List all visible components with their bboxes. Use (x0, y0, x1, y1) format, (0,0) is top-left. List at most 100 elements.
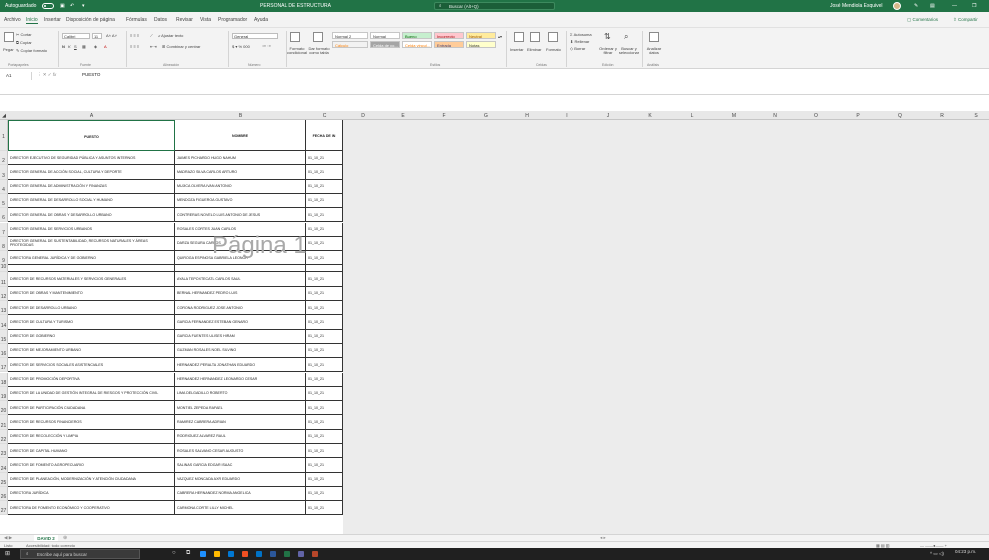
row-header[interactable]: 9 (0, 251, 8, 266)
row-header[interactable]: 21 (0, 415, 8, 430)
cut-button[interactable]: ✂ Cortar (16, 32, 32, 37)
table-cell[interactable]: 01_10_21 (306, 501, 343, 516)
style-entrada[interactable]: Entrada (434, 41, 464, 48)
table-cell[interactable]: 01_10_21 (306, 193, 343, 209)
style-celda-vinculada[interactable]: Celda vincul... (402, 41, 432, 48)
table-cell[interactable]: DIRECTOR GENERAL DE SUSTENTABILIDAD, REC… (8, 236, 175, 252)
font-name-select[interactable]: Calibri (62, 33, 90, 39)
pen-icon[interactable]: ✎ (914, 3, 918, 9)
file-name[interactable]: PERSONAL DE ESTRUCTURA (260, 3, 331, 9)
table-cell[interactable]: DIRECTOR GENERAL DE ADMINISTRACIÓN Y FIN… (8, 179, 175, 194)
table-cell[interactable]: MADRAZO SILVA CARLOS ARTURO (175, 165, 306, 180)
table-cell[interactable]: DIRECTOR DE PROMOCIÓN DEPORTIVA (8, 372, 175, 387)
table-cell[interactable]: DIRECTOR DE GOBIERNO (8, 329, 175, 344)
teams-icon[interactable] (298, 551, 304, 557)
autosave-toggle[interactable] (42, 3, 54, 9)
chrome-icon[interactable] (242, 551, 248, 557)
column-header[interactable]: H (507, 113, 547, 119)
italic-icon[interactable]: K (68, 44, 71, 49)
table-header-cell[interactable]: NOMBRE (175, 120, 306, 151)
column-header[interactable]: K (629, 113, 671, 119)
table-cell[interactable]: 01_10_21 (306, 286, 343, 301)
windows-start-icon[interactable]: ⊞ (5, 550, 10, 557)
row-header[interactable]: 8 (0, 236, 8, 252)
table-cell[interactable]: 01_10_21 (306, 179, 343, 194)
table-cell[interactable]: 01_10_21 (306, 458, 343, 473)
table-cell[interactable]: DIRECTORA JURÍDICA (8, 486, 175, 502)
column-header[interactable]: F (423, 113, 465, 119)
tab-disposicion[interactable]: Disposición de página (66, 17, 115, 23)
row-header[interactable]: 3 (0, 165, 8, 180)
table-cell[interactable]: 01_10_21 (306, 236, 343, 252)
table-cell[interactable]: RAMIREZ CABRERA ADRIAN (175, 415, 306, 430)
table-cell[interactable]: 01_10_21 (306, 386, 343, 402)
row-header[interactable]: 20 (0, 401, 8, 416)
row-header[interactable]: 27 (0, 501, 8, 516)
taskbar-search-input[interactable]: ⌕ Escribe aquí para buscar (20, 549, 140, 559)
fill-color-icon[interactable]: ◈ (94, 44, 97, 49)
cortana-icon[interactable]: ○ (172, 550, 176, 556)
align-left-icon[interactable]: ≡ ≡ ≡ (130, 44, 139, 49)
table-cell[interactable]: MENDOZA FIGUEROA GUSTAVO (175, 193, 306, 209)
column-header[interactable]: D (343, 113, 383, 119)
table-cell[interactable]: 01_10_21 (306, 486, 343, 502)
row-header[interactable]: 16 (0, 343, 8, 359)
table-cell[interactable]: GARCIA FERNANDEZ ESTEBAN GENARO (175, 315, 306, 330)
tab-inicio[interactable]: Inicio (26, 17, 38, 24)
fill-button[interactable]: ⬇ Rellenar (570, 39, 589, 44)
table-cell[interactable]: DIRECTOR DE PLANEACIÓN, MODERNIZACIÓN Y … (8, 472, 175, 487)
row-header[interactable]: 1 (0, 120, 8, 151)
table-cell[interactable]: 01_10_21 (306, 251, 343, 266)
wrap-text-button[interactable]: ⤶ Ajustar texto (158, 33, 183, 38)
table-cell[interactable]: DIRECTOR DE RECURSOS MATERIALES Y SERVIC… (8, 272, 175, 287)
tray-icons[interactable]: ^ ▭ ◁) (930, 551, 944, 557)
restore-icon[interactable]: ❐ (972, 3, 976, 9)
font-color-icon[interactable]: A (104, 44, 107, 49)
undo-icon[interactable]: ↶ (70, 3, 74, 9)
table-cell[interactable] (306, 265, 343, 273)
table-cell[interactable]: MUJICA OLVERA IVAN ANTONIO (175, 179, 306, 194)
table-cell[interactable]: DIRECTOR GENERAL DE SERVICIOS URBANOS (8, 222, 175, 237)
row-header[interactable]: 23 (0, 444, 8, 459)
table-cell[interactable]: CABRERA HERNANDEZ NORMA ANGELICA (175, 486, 306, 502)
tab-formulas[interactable]: Fórmulas (126, 17, 147, 23)
table-cell[interactable]: DIRECTOR GENERAL DE DESARROLLO SOCIAL Y … (8, 193, 175, 209)
table-cell[interactable]: 01_10_21 (306, 343, 343, 359)
avatar[interactable] (893, 2, 901, 10)
column-header[interactable]: P (837, 113, 879, 119)
bold-icon[interactable]: N (62, 44, 65, 49)
conditional-format-icon[interactable] (290, 32, 300, 42)
grow-font-icon[interactable]: A˄ A˅ (106, 33, 117, 38)
powerpoint-icon[interactable] (312, 551, 318, 557)
row-header[interactable]: 15 (0, 329, 8, 344)
style-notas[interactable]: Notas (466, 41, 496, 48)
taskbar-clock[interactable]: 04:23 p.m. (955, 549, 976, 554)
paste-icon[interactable] (4, 32, 14, 42)
borders-icon[interactable]: ▦ (82, 44, 86, 49)
column-header[interactable]: I (547, 113, 587, 119)
analyze-data-button[interactable]: Analizar datos (645, 47, 663, 55)
row-header[interactable]: 22 (0, 429, 8, 444)
conditional-format-button[interactable]: Formato condicional (286, 47, 308, 55)
ribbon-display-icon[interactable]: ▤ (930, 3, 935, 9)
tab-insertar[interactable]: Insertar (44, 17, 61, 23)
table-cell[interactable]: DIRECTOR DE FOMENTO AGROPECUARIO (8, 458, 175, 473)
row-header[interactable]: 10 (0, 265, 8, 273)
tab-vista[interactable]: Vista (200, 17, 211, 23)
user-name[interactable]: José Mendiola Esquivel (830, 3, 883, 9)
underline-icon[interactable]: S (74, 44, 77, 49)
align-top-icon[interactable]: ≡ ≡ ≡ (130, 33, 139, 38)
word-icon[interactable] (270, 551, 276, 557)
row-header[interactable]: 14 (0, 315, 8, 330)
table-cell[interactable]: DIRECTOR DE CAPITAL HUMANO (8, 444, 175, 459)
column-header[interactable]: C (306, 113, 343, 119)
column-header[interactable]: O (795, 113, 837, 119)
table-cell[interactable]: 01_10_21 (306, 222, 343, 237)
style-normal2[interactable]: Normal 2 (332, 32, 368, 39)
name-box[interactable]: A1 (4, 72, 32, 80)
row-header[interactable]: 24 (0, 458, 8, 473)
find-select-button[interactable]: Buscar y seleccionar (618, 47, 640, 55)
tab-revisar[interactable]: Revisar (176, 17, 193, 23)
row-header[interactable]: 7 (0, 222, 8, 237)
table-cell[interactable]: ROSALES SALVANO CESAR AUGUSTO (175, 444, 306, 459)
